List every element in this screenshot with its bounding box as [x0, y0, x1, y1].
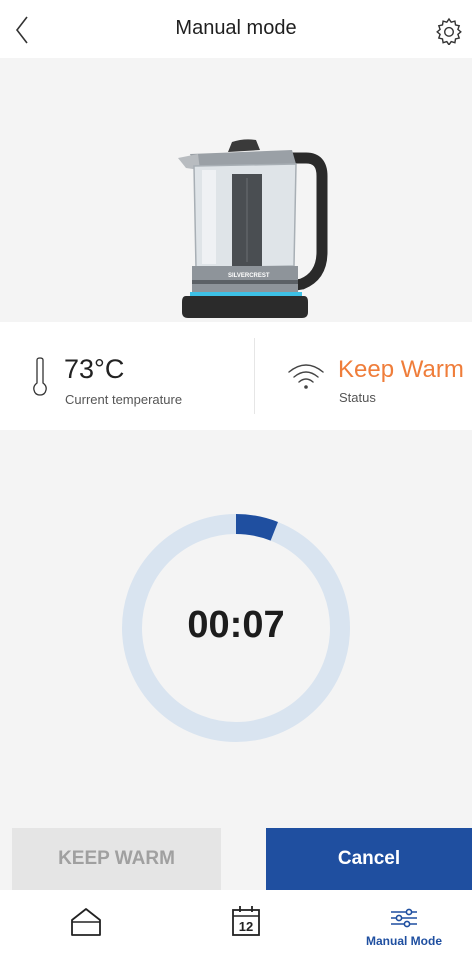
thermometer-icon: [33, 357, 47, 396]
divider: [254, 338, 255, 414]
action-buttons: KEEP WARM Cancel: [0, 828, 472, 890]
sliders-icon: [391, 908, 417, 928]
timer-area: 00:07: [0, 430, 472, 828]
app-header: Manual mode: [0, 0, 472, 58]
nav-home[interactable]: [56, 890, 116, 961]
status-label: Status: [339, 390, 376, 405]
calendar-icon: 12: [232, 906, 260, 936]
home-icon: [71, 908, 101, 936]
page-title: Manual mode: [175, 17, 297, 39]
settings-button[interactable]: [432, 14, 466, 48]
status-value: Keep Warm: [338, 356, 464, 383]
bottom-navigation: 12 Manual Mode: [0, 890, 472, 961]
current-temperature-value: 73°C: [64, 354, 125, 384]
device-image-area: SILVERCREST: [0, 58, 472, 322]
cancel-button[interactable]: Cancel: [266, 828, 472, 890]
nav-manual-mode-label: Manual Mode: [365, 934, 442, 948]
wifi-icon: [288, 364, 324, 389]
status-panel: 73°C Current temperature Keep Warm Statu…: [0, 322, 472, 430]
brand-label: SILVERCREST: [228, 273, 270, 279]
kettle-image: SILVERCREST: [178, 139, 328, 318]
nav-schedule[interactable]: 12: [216, 890, 276, 961]
calendar-day: 12: [239, 919, 253, 934]
nav-manual-mode[interactable]: Manual Mode: [356, 890, 452, 961]
current-temperature-label: Current temperature: [65, 392, 183, 407]
keep-warm-button[interactable]: KEEP WARM: [12, 828, 221, 890]
gear-icon: [436, 17, 462, 45]
timer-display: 00:07: [187, 604, 285, 646]
